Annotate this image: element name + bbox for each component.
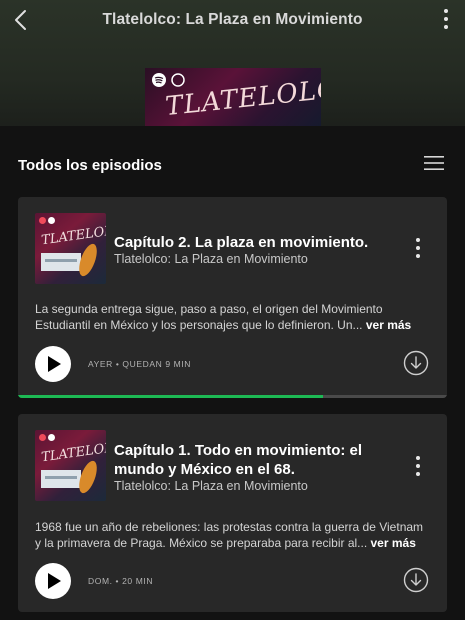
episode-show-name: Tlatelolco: La Plaza en Movimiento xyxy=(114,252,308,266)
episode-title[interactable]: Capítulo 2. La plaza en movimiento. xyxy=(114,233,384,252)
play-button[interactable] xyxy=(35,346,71,382)
see-more-link[interactable]: ver más xyxy=(366,318,411,332)
episode-thumbnail: TLATELOLCO xyxy=(35,430,106,501)
more-vertical-icon xyxy=(416,238,420,258)
play-button[interactable] xyxy=(35,563,71,599)
episode-title[interactable]: Capítulo 1. Todo en movimiento: el mundo… xyxy=(114,441,384,479)
logo-badge-icon xyxy=(48,434,55,441)
episode-thumbnail: TLATELOLCO xyxy=(35,213,106,284)
leaf-illustration xyxy=(75,241,101,279)
spotify-logo-icon xyxy=(39,217,46,224)
building-illustration xyxy=(41,470,81,488)
filter-lines-icon xyxy=(424,156,444,170)
spotify-logo-icon xyxy=(152,73,166,87)
logo-badge-icon xyxy=(48,217,55,224)
episode-description: 1968 fue un año de rebeliones: las prote… xyxy=(35,519,430,551)
building-detail xyxy=(45,259,77,262)
more-vertical-icon xyxy=(444,9,448,29)
episode-show-name: Tlatelolco: La Plaza en Movimiento xyxy=(114,479,308,493)
leaf-illustration xyxy=(75,458,101,496)
episode-more-button[interactable] xyxy=(413,235,423,261)
episode-card[interactable]: TLATELOLCO Capítulo 2. La plaza en movim… xyxy=(18,197,447,398)
playback-progress-track xyxy=(18,395,447,398)
download-icon xyxy=(403,567,429,593)
more-options-button[interactable] xyxy=(441,6,451,32)
page-title: Tlatelolco: La Plaza en Movimiento xyxy=(102,11,363,28)
thumbnail-title-art: TLATELOLCO xyxy=(40,220,106,249)
episode-description: La segunda entrega sigue, paso a paso, e… xyxy=(35,301,430,333)
logo-badge-icon xyxy=(171,73,185,87)
playback-progress-fill xyxy=(18,395,323,398)
play-icon xyxy=(48,356,61,372)
thumbnail-title-art: TLATELOLCO xyxy=(40,437,106,466)
podcast-cover: TLATELOLCO xyxy=(145,68,321,128)
building-illustration xyxy=(41,253,81,271)
section-title: Todos los episodios xyxy=(18,157,162,174)
download-icon xyxy=(403,350,429,376)
episode-meta: AYER • QUEDAN 9 MIN xyxy=(88,359,192,369)
play-icon xyxy=(48,573,61,589)
filter-button[interactable] xyxy=(423,154,445,172)
episode-card[interactable]: TLATELOLCO Capítulo 1. Todo en movimient… xyxy=(18,414,447,612)
episode-description-text: 1968 fue un año de rebeliones: las prote… xyxy=(35,520,424,550)
episode-more-button[interactable] xyxy=(413,453,423,479)
cover-title-art: TLATELOLCO xyxy=(163,71,321,123)
spotify-logo-icon xyxy=(39,434,46,441)
back-button[interactable] xyxy=(10,8,32,32)
top-bar: Tlatelolco: La Plaza en Movimiento xyxy=(0,0,465,40)
episode-description-text: La segunda entrega sigue, paso a paso, e… xyxy=(35,302,383,332)
see-more-link[interactable]: ver más xyxy=(371,536,416,550)
download-button[interactable] xyxy=(403,567,429,593)
building-detail xyxy=(45,476,77,479)
download-button[interactable] xyxy=(403,350,429,376)
episode-meta: DOM. • 20 MIN xyxy=(88,576,154,586)
chevron-left-icon xyxy=(15,10,26,30)
more-vertical-icon xyxy=(416,456,420,476)
